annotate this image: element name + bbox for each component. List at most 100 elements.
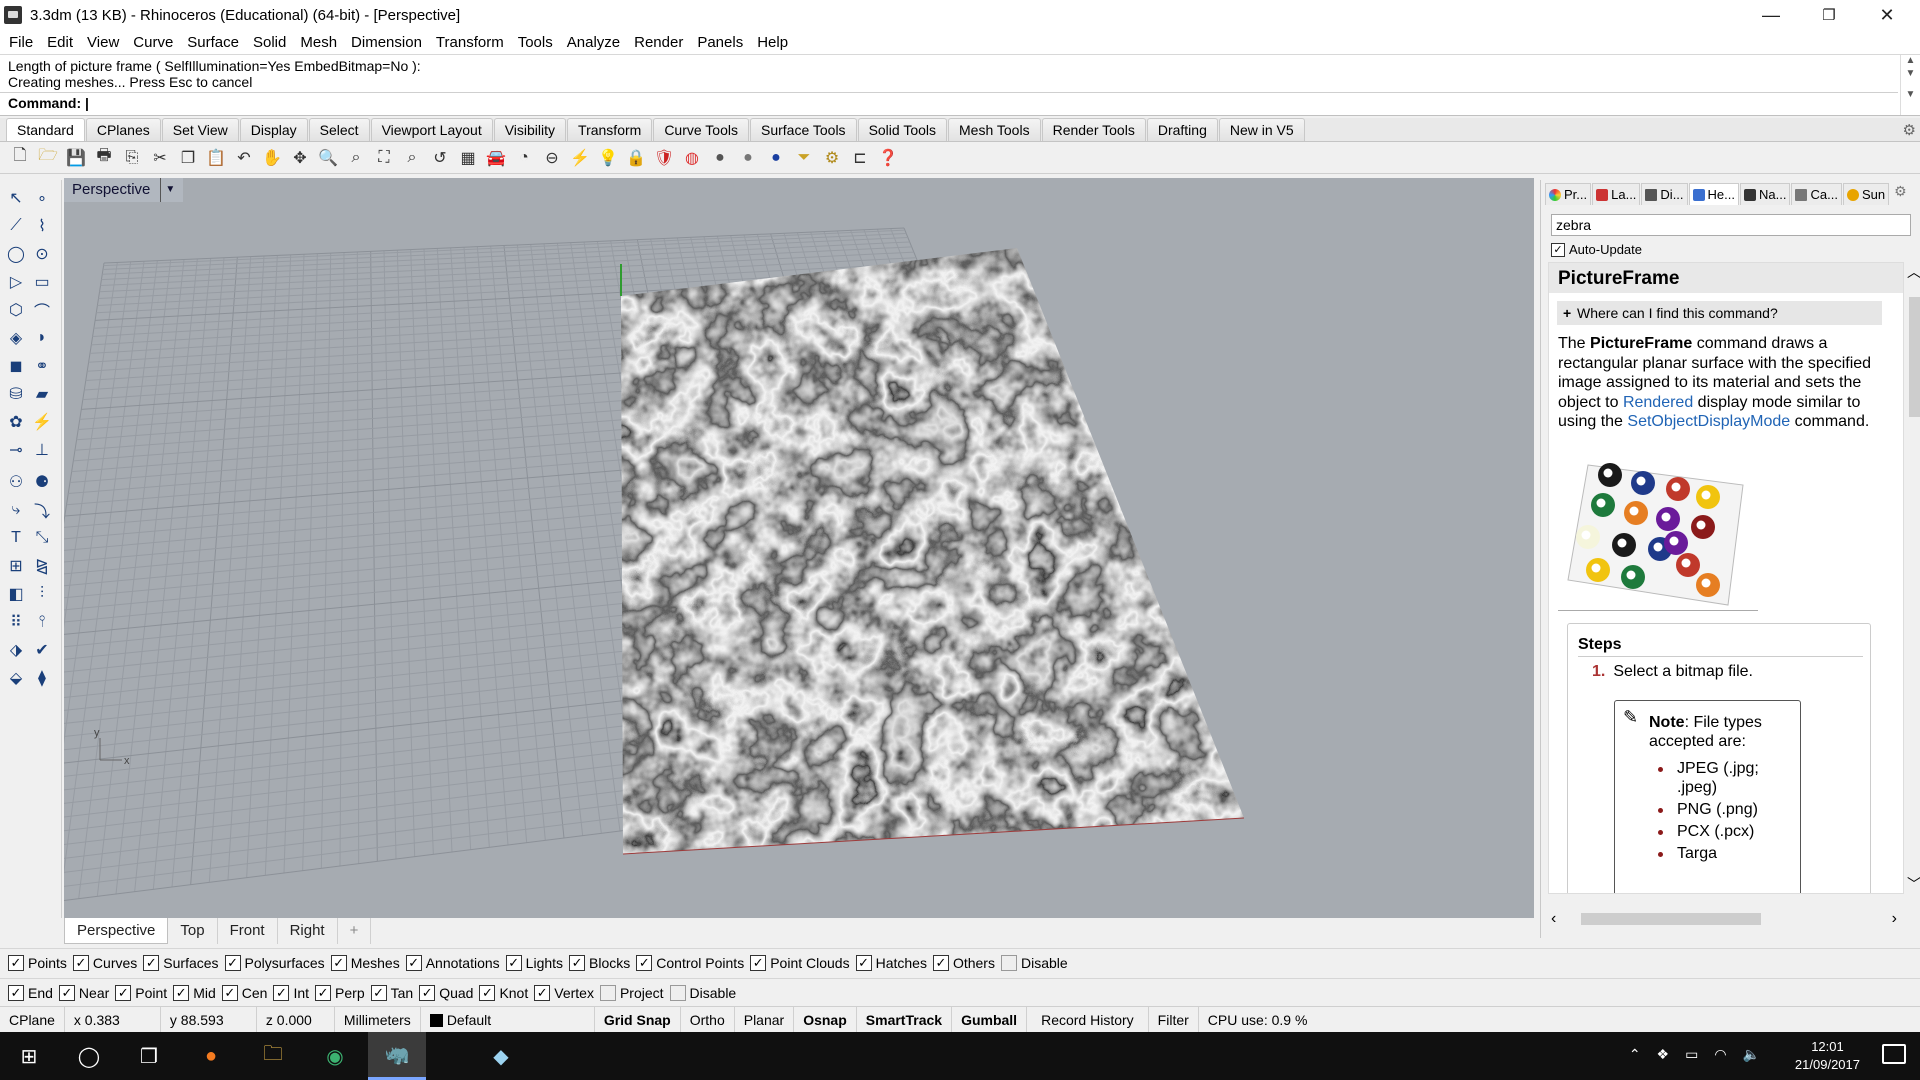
- four-view-icon[interactable]: ▦: [456, 147, 480, 169]
- ortho-toggle[interactable]: Ortho: [681, 1006, 735, 1033]
- tab-solid-tools[interactable]: Solid Tools: [857, 118, 948, 141]
- filter-polysurfaces[interactable]: ✓ Polysurfaces: [224, 954, 325, 971]
- zoom-icon[interactable]: 🔍: [316, 147, 340, 169]
- action-center-icon[interactable]: [1882, 1044, 1906, 1064]
- layer-indicator[interactable]: Default: [421, 1006, 595, 1033]
- filter-surfaces[interactable]: ✓ Surfaces: [143, 954, 219, 971]
- osnap-end[interactable]: ✓ End: [8, 984, 53, 1001]
- rectangle-icon[interactable]: ▭: [30, 270, 54, 294]
- tab-named-views[interactable]: Na...: [1740, 183, 1791, 205]
- group-icon[interactable]: ⚇: [4, 470, 28, 494]
- tab-layers[interactable]: La...: [1592, 183, 1641, 205]
- osnap-knot[interactable]: ✓ Knot: [479, 984, 528, 1001]
- tab-display[interactable]: Display: [239, 118, 308, 141]
- osnap-toggle[interactable]: Osnap: [794, 1006, 857, 1033]
- menu-render[interactable]: Render: [627, 34, 690, 51]
- cortana-icon[interactable]: ◯: [60, 1032, 118, 1080]
- split-icon[interactable]: ⤵: [30, 498, 54, 522]
- taskbar-clock[interactable]: 12:01 21/09/2017: [1795, 1038, 1860, 1074]
- windows-start-icon[interactable]: ⊞: [0, 1032, 58, 1080]
- wifi-icon[interactable]: ◠: [1714, 1046, 1726, 1063]
- ellipse-icon[interactable]: ⊙: [30, 242, 54, 266]
- picture-frame-surface[interactable]: [564, 238, 1284, 878]
- gumball-toggle[interactable]: Gumball: [952, 1006, 1028, 1033]
- tab-right[interactable]: Right: [278, 918, 338, 944]
- tab-select[interactable]: Select: [308, 118, 370, 141]
- auto-update-checkbox[interactable]: ✓ Auto-Update: [1551, 242, 1642, 257]
- select-icon[interactable]: ↖: [4, 186, 28, 210]
- lighting-icon[interactable]: ⚡: [30, 410, 54, 434]
- zoom-window-icon[interactable]: ⌕: [344, 147, 368, 169]
- tab-top[interactable]: Top: [168, 918, 218, 944]
- filter-hatches[interactable]: ✓ Hatches: [855, 954, 927, 971]
- light-icon[interactable]: 💡: [596, 147, 620, 169]
- smarttrack-toggle[interactable]: SmartTrack: [857, 1006, 953, 1033]
- curve-icon[interactable]: ⌇: [30, 214, 54, 238]
- command-scrollbar[interactable]: ▲ ▼ ▼: [1900, 55, 1920, 115]
- menu-edit[interactable]: Edit: [40, 34, 80, 51]
- help-horizontal-scrollbar[interactable]: ‹ ›: [1551, 910, 1907, 928]
- point-icon[interactable]: ∘: [30, 186, 54, 210]
- menu-transform[interactable]: Transform: [429, 34, 511, 51]
- menu-analyze[interactable]: Analyze: [560, 34, 627, 51]
- osnap-cen[interactable]: ✓ Cen: [221, 984, 267, 1001]
- filter-annotations[interactable]: ✓ Annotations: [405, 954, 500, 971]
- osnap-near[interactable]: ✓ Near: [58, 984, 109, 1001]
- close-button[interactable]: ✕: [1858, 0, 1916, 30]
- osnap-vertex[interactable]: ✓ Vertex: [534, 984, 594, 1001]
- grid-array-icon[interactable]: ⠿: [4, 610, 28, 634]
- boolean-icon[interactable]: ⚭: [30, 354, 54, 378]
- osnap-perp[interactable]: ✓ Perp: [315, 984, 365, 1001]
- fillet-icon[interactable]: ⌒: [30, 298, 54, 322]
- rhino-taskbar-icon[interactable]: 🦏: [368, 1032, 426, 1080]
- help-vertical-scrollbar[interactable]: ︿ ﹀: [1907, 262, 1920, 894]
- tab-curve-tools[interactable]: Curve Tools: [653, 118, 749, 141]
- tab-help[interactable]: He...: [1688, 183, 1740, 205]
- surface-edge-icon[interactable]: ◗: [30, 326, 54, 350]
- battery-icon[interactable]: ▭: [1685, 1046, 1698, 1063]
- help-search-input[interactable]: [1551, 214, 1911, 236]
- record-history-toggle[interactable]: Record History: [1027, 1006, 1149, 1033]
- menu-panels[interactable]: Panels: [690, 34, 750, 51]
- trim-icon[interactable]: ⤷: [4, 498, 28, 522]
- command-input[interactable]: Command: |: [0, 92, 1898, 114]
- osnap-point[interactable]: ✓ Point: [115, 984, 167, 1001]
- add-viewport-button[interactable]: +: [338, 918, 372, 944]
- chevron-up-icon[interactable]: ︿: [1907, 262, 1920, 282]
- cut-icon[interactable]: ✂: [148, 147, 172, 169]
- maximize-button[interactable]: ❐: [1800, 0, 1858, 30]
- osnap-int[interactable]: ✓ Int: [273, 984, 309, 1001]
- perspective-viewport[interactable]: x y: [64, 178, 1534, 918]
- import-icon[interactable]: ⎘: [120, 147, 144, 169]
- cplane-icon[interactable]: ⊖: [540, 147, 564, 169]
- scale-icon[interactable]: ⤡: [30, 526, 54, 550]
- menu-curve[interactable]: Curve: [126, 34, 180, 51]
- filter-blocks[interactable]: ✓ Blocks: [569, 954, 630, 971]
- tab-visibility[interactable]: Visibility: [493, 118, 567, 141]
- surface-corner-icon[interactable]: ◈: [4, 326, 28, 350]
- minimize-button[interactable]: —: [1742, 0, 1800, 30]
- circle-icon[interactable]: ◯: [4, 242, 28, 266]
- planar-toggle[interactable]: Planar: [735, 1006, 795, 1033]
- filter-control-points[interactable]: ✓ Control Points: [636, 954, 744, 971]
- chevron-right-icon[interactable]: ›: [1892, 910, 1897, 928]
- offset-icon[interactable]: ⊸: [4, 438, 28, 462]
- polygon-icon[interactable]: ⬡: [4, 298, 28, 322]
- copy-icon[interactable]: ❐: [176, 147, 200, 169]
- render-icon[interactable]: ●: [764, 147, 788, 169]
- tab-sun[interactable]: Sun: [1842, 183, 1890, 205]
- chrome-icon[interactable]: ◉: [306, 1032, 364, 1080]
- osnap-mid[interactable]: ✓ Mid: [173, 984, 216, 1001]
- volume-icon[interactable]: 🔈: [1743, 1046, 1760, 1063]
- polyline-icon[interactable]: ⟋: [4, 214, 28, 238]
- task-view-icon[interactable]: ❐: [120, 1032, 178, 1080]
- filter-icon[interactable]: ⏷: [792, 147, 816, 169]
- explode-icon[interactable]: ⚈: [30, 470, 54, 494]
- cplane-indicator[interactable]: CPlane: [0, 1006, 65, 1033]
- chevron-down-icon[interactable]: ﹀: [1907, 874, 1920, 894]
- link-rendered[interactable]: Rendered: [1623, 394, 1693, 411]
- mirror-icon[interactable]: ⧎: [30, 554, 54, 578]
- where-find-command-expander[interactable]: + Where can I find this command?: [1557, 301, 1882, 325]
- print-icon[interactable]: 🖶: [92, 147, 116, 169]
- chevron-up-icon[interactable]: ⌃: [1629, 1046, 1641, 1063]
